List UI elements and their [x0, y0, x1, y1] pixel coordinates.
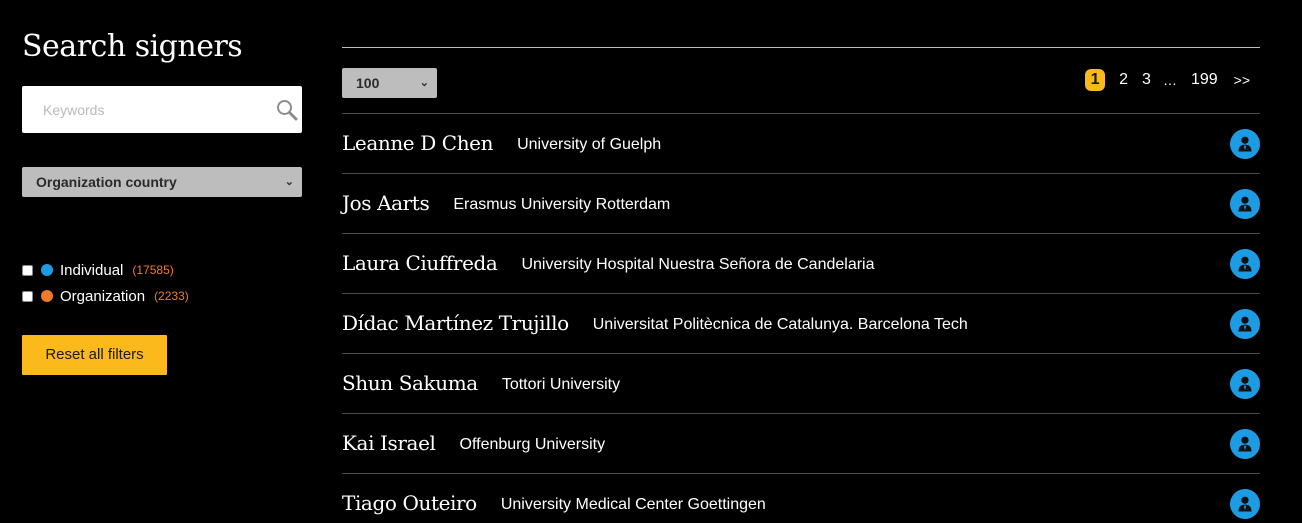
organization-country-select[interactable]: Organization country ⌄: [22, 167, 302, 197]
page-next[interactable]: >>: [1234, 72, 1250, 88]
list-item: Dídac Martínez Trujillo Universitat Poli…: [342, 294, 1260, 354]
signer-name[interactable]: Leanne D Chen: [342, 131, 493, 155]
user-icon: [1238, 436, 1252, 452]
user-icon: [1238, 496, 1252, 512]
user-icon: [1238, 256, 1252, 272]
organization-count: (2233): [154, 289, 189, 303]
individual-count: (17585): [132, 263, 174, 277]
profile-button[interactable]: [1230, 129, 1260, 159]
chevron-down-icon: ⌄: [419, 77, 429, 89]
reset-filters-button[interactable]: Reset all filters: [22, 335, 167, 375]
page-last[interactable]: 199: [1191, 71, 1218, 89]
profile-button[interactable]: [1230, 309, 1260, 339]
signer-organization: University of Guelph: [517, 136, 662, 153]
list-item: Leanne D Chen University of Guelph: [342, 114, 1260, 174]
profile-button[interactable]: [1230, 489, 1260, 519]
page-ellipsis: …: [1162, 72, 1177, 88]
page-title: Search signers: [22, 29, 243, 64]
profile-button[interactable]: [1230, 429, 1260, 459]
user-icon: [1238, 196, 1252, 212]
signer-organization: University Hospital Nuestra Señora de Ca…: [521, 256, 875, 273]
signers-page: Search signers Organization country ⌄ In…: [0, 0, 1302, 523]
signer-name[interactable]: Laura Ciuffreda: [342, 251, 498, 275]
profile-button[interactable]: [1230, 189, 1260, 219]
signer-name[interactable]: Shun Sakuma: [342, 371, 478, 395]
per-page-select[interactable]: 100 ⌄: [342, 68, 437, 98]
user-icon: [1238, 136, 1252, 152]
list-item: Laura Ciuffreda University Hospital Nues…: [342, 234, 1260, 294]
organization-checkbox[interactable]: [22, 290, 33, 302]
profile-button[interactable]: [1230, 249, 1260, 279]
organization-dot-icon: [41, 290, 53, 302]
pagination: 1 2 3 … 199 >>: [1085, 68, 1250, 92]
signer-name[interactable]: Kai Israel: [342, 431, 436, 455]
user-icon: [1238, 316, 1252, 332]
signer-organization: Tottori University: [501, 376, 621, 393]
page-link[interactable]: 2: [1119, 71, 1128, 89]
list-item: Tiago Outeiro University Medical Center …: [342, 474, 1260, 523]
list-item: Shun Sakuma Tottori University: [342, 354, 1260, 414]
individual-label: Individual: [60, 261, 124, 279]
signer-organization: Erasmus University Rotterdam: [453, 196, 671, 213]
organization-country-label: Organization country: [36, 174, 177, 190]
list-item: Jos Aarts Erasmus University Rotterdam: [342, 174, 1260, 234]
signer-name[interactable]: Dídac Martínez Trujillo: [342, 311, 569, 335]
signer-name[interactable]: Tiago Outeiro: [342, 491, 477, 515]
signer-list: Leanne D Chen University of Guelph Jos A…: [342, 114, 1260, 523]
individual-dot-icon: [41, 264, 53, 276]
search-box: [22, 86, 302, 133]
divider: [342, 47, 1260, 48]
page-link[interactable]: 3: [1142, 71, 1151, 89]
filter-organization[interactable]: Organization (2233): [22, 287, 189, 305]
search-input[interactable]: [22, 86, 262, 133]
individual-checkbox[interactable]: [22, 264, 33, 276]
chevron-down-icon: ⌄: [284, 176, 294, 188]
search-icon[interactable]: [276, 99, 298, 121]
profile-button[interactable]: [1230, 369, 1260, 399]
user-icon: [1238, 376, 1252, 392]
signer-organization: Universitat Politècnica de Catalunya. Ba…: [592, 316, 968, 333]
signer-organization: Offenburg University: [459, 436, 606, 453]
page-current[interactable]: 1: [1085, 69, 1106, 91]
organization-label: Organization: [60, 287, 146, 305]
signer-organization: University Medical Center Goettingen: [500, 496, 766, 513]
list-item: Kai Israel Offenburg University: [342, 414, 1260, 474]
per-page-value: 100: [356, 75, 380, 91]
signer-name[interactable]: Jos Aarts: [342, 191, 430, 215]
filter-individual[interactable]: Individual (17585): [22, 261, 174, 279]
